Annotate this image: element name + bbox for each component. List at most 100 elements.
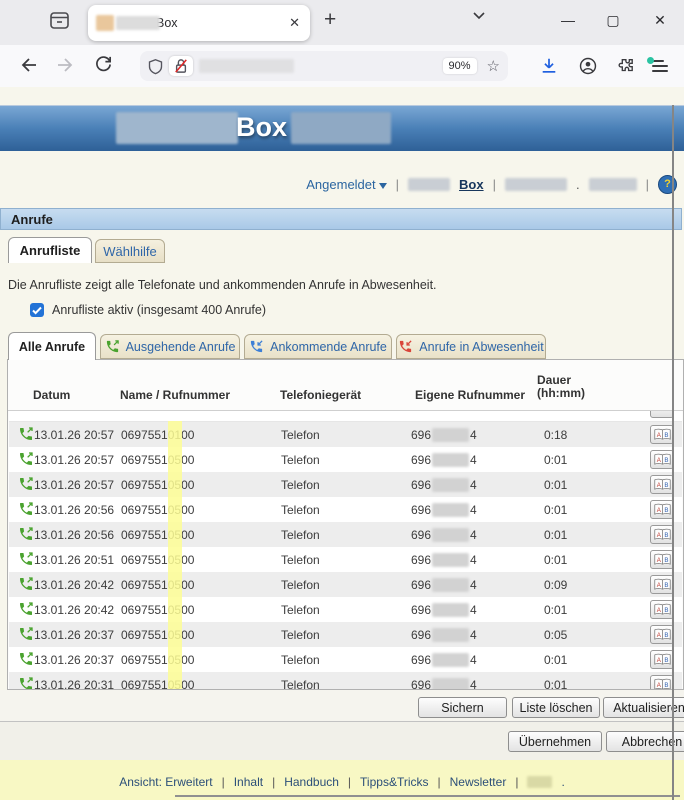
url-bar[interactable]: 90% ☆ bbox=[140, 51, 508, 81]
help-icon[interactable]: ? bbox=[658, 175, 677, 194]
call-device: Telefon bbox=[281, 503, 320, 517]
reload-button[interactable] bbox=[94, 55, 113, 74]
browser-window: Box ✕ + — ▢ ✕ 90% ☆ bbox=[0, 0, 684, 800]
own-number-redacted bbox=[432, 478, 469, 492]
address-redacted-1 bbox=[505, 178, 567, 191]
bookmark-star-icon[interactable]: ☆ bbox=[487, 57, 500, 75]
favicon-redacted bbox=[96, 15, 114, 31]
table-row[interactable]: 13.01.26 20:57 06975510500 Telefon 6964 … bbox=[9, 447, 682, 472]
extensions-puzzle-icon[interactable] bbox=[616, 57, 634, 75]
missed-call-icon bbox=[398, 339, 413, 354]
window-minimize-button[interactable]: — bbox=[558, 12, 578, 28]
footer-link-tipps[interactable]: Tipps&Tricks bbox=[360, 775, 428, 789]
table-row[interactable]: 13.01.26 20:37 06975510500 Telefon 6964 … bbox=[9, 622, 682, 647]
add-to-phonebook-button[interactable]: AB bbox=[650, 650, 674, 669]
outgoing-call-icon bbox=[18, 651, 34, 667]
filter-tab-alle-anrufe[interactable]: Alle Anrufe bbox=[8, 332, 96, 360]
own-number-redacted bbox=[432, 678, 469, 689]
add-to-phonebook-button[interactable] bbox=[650, 411, 674, 418]
add-to-phonebook-button[interactable]: AB bbox=[650, 450, 674, 469]
back-button[interactable] bbox=[18, 55, 38, 75]
incoming-call-icon bbox=[249, 339, 264, 354]
add-to-phonebook-button[interactable]: AB bbox=[650, 425, 674, 444]
call-duration: 0:01 bbox=[544, 453, 567, 467]
outgoing-call-icon bbox=[18, 601, 34, 617]
add-to-phonebook-button[interactable]: AB bbox=[650, 475, 674, 494]
add-to-phonebook-button[interactable]: AB bbox=[650, 600, 674, 619]
downloads-icon[interactable] bbox=[540, 57, 558, 75]
highlight-marker bbox=[168, 421, 182, 689]
table-row[interactable]: 13.01.26 20:56 06975510500 Telefon 6964 … bbox=[9, 522, 682, 547]
call-device: Telefon bbox=[281, 628, 320, 642]
col-header-dauer: Dauer (hh:mm) bbox=[537, 374, 585, 400]
address-redacted-2 bbox=[589, 178, 637, 191]
content-right-border bbox=[672, 105, 674, 800]
footer-link-newsletter[interactable]: Newsletter bbox=[450, 775, 507, 789]
call-date: 13.01.26 20:56 bbox=[34, 528, 114, 542]
own-number-redacted bbox=[432, 628, 469, 642]
call-rows: 13.01.26 20:57 06975510100 Telefon 6964 … bbox=[9, 422, 682, 689]
forward-button[interactable] bbox=[56, 55, 76, 75]
add-to-phonebook-button[interactable]: AB bbox=[650, 525, 674, 544]
own-number-redacted bbox=[432, 453, 469, 467]
save-list-button[interactable]: Sichern bbox=[418, 697, 507, 718]
call-device: Telefon bbox=[281, 653, 320, 667]
footer-link-inhalt[interactable]: Inhalt bbox=[234, 775, 263, 789]
firefox-view-icon[interactable] bbox=[50, 12, 69, 29]
url-redacted bbox=[199, 59, 294, 73]
add-to-phonebook-button[interactable]: AB bbox=[650, 575, 674, 594]
logged-in-menu[interactable]: Angemeldet bbox=[306, 177, 386, 192]
table-row[interactable]: 13.01.26 20:57 06975510500 Telefon 6964 … bbox=[9, 472, 682, 497]
account-icon[interactable] bbox=[579, 57, 597, 75]
call-date: 13.01.26 20:42 bbox=[34, 578, 114, 592]
call-list-active-checkbox[interactable] bbox=[30, 303, 44, 317]
insecure-lock-icon[interactable] bbox=[169, 56, 193, 76]
zoom-level-indicator[interactable]: 90% bbox=[443, 58, 477, 74]
call-rows-scroll-area[interactable]: 13.01.26 20:57 06975510100 Telefon 6964 … bbox=[9, 411, 682, 689]
table-row[interactable]: 13.01.26 20:56 06975510500 Telefon 6964 … bbox=[9, 497, 682, 522]
call-number: 06975510100 bbox=[121, 428, 194, 442]
window-maximize-button[interactable]: ▢ bbox=[603, 12, 623, 29]
call-device: Telefon bbox=[281, 478, 320, 492]
browser-tab[interactable]: Box ✕ bbox=[88, 5, 310, 41]
footer-link-ansicht[interactable]: Ansicht: Erweitert bbox=[119, 775, 212, 789]
tab-close-icon[interactable]: ✕ bbox=[287, 15, 302, 31]
call-number: 06975510500 bbox=[121, 503, 194, 517]
filter-tab-abwesenheit[interactable]: Anrufe in Abwesenheit bbox=[396, 334, 546, 359]
new-tab-button[interactable]: + bbox=[324, 8, 336, 32]
add-to-phonebook-button[interactable]: AB bbox=[650, 675, 674, 689]
svg-text:B: B bbox=[664, 432, 668, 439]
list-tabs-chevron-icon[interactable] bbox=[472, 11, 486, 20]
footer-link-handbuch[interactable]: Handbuch bbox=[284, 775, 339, 789]
own-number-redacted bbox=[432, 428, 469, 442]
table-row[interactable]: 13.01.26 20:37 06975510500 Telefon 6964 … bbox=[9, 647, 682, 672]
add-to-phonebook-button[interactable]: AB bbox=[650, 550, 674, 569]
own-number: 6964 bbox=[411, 628, 477, 642]
call-device: Telefon bbox=[281, 428, 320, 442]
table-row[interactable]: 13.01.26 20:42 06975510500 Telefon 6964 … bbox=[9, 597, 682, 622]
filter-tab-ausgehende[interactable]: Ausgehende Anrufe bbox=[100, 334, 240, 359]
add-to-phonebook-button[interactable]: AB bbox=[650, 500, 674, 519]
table-row[interactable]: 13.01.26 20:42 06975510500 Telefon 6964 … bbox=[9, 572, 682, 597]
checkbox-label: Anrufliste aktiv (insgesamt 400 Anrufe) bbox=[52, 303, 266, 317]
table-row[interactable]: 13.01.26 20:51 06975510500 Telefon 6964 … bbox=[9, 547, 682, 572]
table-row[interactable]: 13.01.26 20:31 06975510500 Telefon 6964 … bbox=[9, 672, 682, 689]
add-to-phonebook-button[interactable]: AB bbox=[650, 625, 674, 644]
call-device: Telefon bbox=[281, 578, 320, 592]
box-home-link[interactable]: Box bbox=[459, 177, 484, 192]
window-close-button[interactable]: ✕ bbox=[650, 12, 670, 29]
clear-list-button[interactable]: Liste löschen bbox=[512, 697, 600, 718]
svg-text:B: B bbox=[664, 557, 668, 564]
filter-tab-ankommende[interactable]: Ankommende Anrufe bbox=[244, 334, 392, 359]
call-duration: 0:01 bbox=[544, 503, 567, 517]
description-text: Die Anrufliste zeigt alle Telefonate und… bbox=[8, 278, 437, 292]
tab-anrufliste[interactable]: Anrufliste bbox=[8, 237, 92, 263]
tab-waehlhilfe[interactable]: Wählhilfe bbox=[95, 239, 165, 263]
tracking-protection-shield-icon[interactable] bbox=[148, 58, 163, 75]
call-table: Datum Name / Rufnummer Telefoniegerät Ei… bbox=[7, 359, 684, 690]
apply-button[interactable]: Übernehmen bbox=[508, 731, 602, 752]
own-number: 6964 bbox=[411, 603, 477, 617]
svg-text:B: B bbox=[664, 607, 668, 614]
own-number-redacted bbox=[432, 653, 469, 667]
table-row[interactable]: 13.01.26 20:57 06975510100 Telefon 6964 … bbox=[9, 422, 682, 447]
